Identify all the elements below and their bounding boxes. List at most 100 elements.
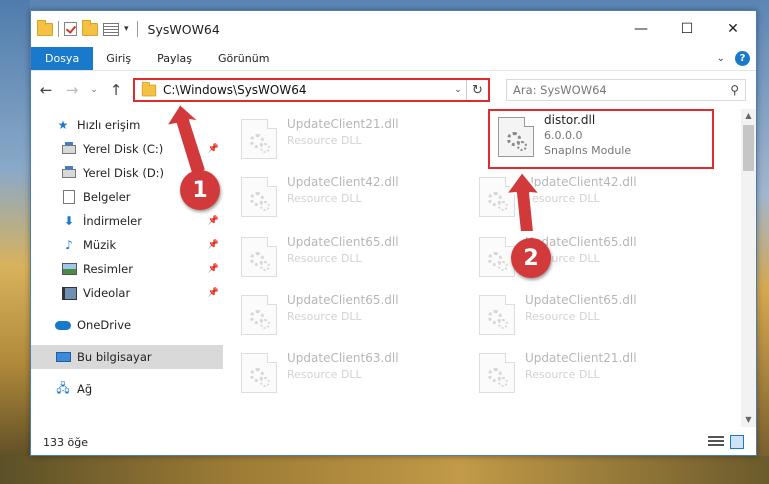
window-controls: — ☐ ✕	[618, 11, 756, 47]
address-dropdown-icon[interactable]: ⌄	[450, 85, 466, 95]
back-button[interactable]: ←	[37, 81, 55, 99]
cloud-icon	[55, 320, 71, 330]
sidebar-item-quick-access[interactable]: ★ Hızlı erişim	[31, 113, 223, 137]
pin-icon[interactable]: 📌	[208, 264, 219, 274]
list-item[interactable]: UpdateClient21.dll Resource DLL	[463, 347, 689, 403]
drive-icon	[62, 141, 76, 154]
folder-icon	[141, 81, 157, 96]
file-description: Resource DLL	[525, 310, 600, 323]
title-separator	[136, 21, 138, 37]
list-item[interactable]: UpdateClient65.dll Resource DLL	[225, 231, 451, 287]
file-description: Resource DLL	[287, 310, 362, 323]
file-name: UpdateClient42.dll	[525, 175, 637, 189]
sidebar-item-onedrive[interactable]: OneDrive	[31, 313, 223, 337]
file-list: UpdateClient21.dll Resource DLL UpdateCli…	[223, 109, 756, 427]
pin-icon[interactable]: 📌	[208, 144, 219, 154]
dll-file-icon	[498, 117, 534, 157]
file-description: Resource DLL	[525, 368, 600, 381]
help-icon[interactable]: ?	[735, 51, 750, 66]
forward-button[interactable]: →	[63, 81, 81, 99]
navigation-pane: ★ Hızlı erişim Yerel Disk (C:) 📌 Yerel D…	[31, 109, 223, 427]
file-name: UpdateClient65.dll	[525, 293, 637, 307]
recent-locations-button[interactable]: ⌄	[89, 85, 99, 95]
file-description: Resource DLL	[287, 252, 362, 265]
maximize-button[interactable]: ☐	[664, 11, 710, 47]
content-area: ★ Hızlı erişim Yerel Disk (C:) 📌 Yerel D…	[31, 109, 756, 427]
scroll-up-icon[interactable]: ▲	[741, 109, 756, 123]
videos-icon	[61, 286, 77, 300]
dll-file-icon	[241, 237, 277, 277]
sidebar-item-label: Videolar	[83, 286, 131, 300]
window-title: SysWOW64	[147, 21, 220, 37]
file-version: 6.0.0.0	[544, 129, 583, 142]
sidebar-item-label: Resimler	[83, 262, 133, 276]
address-path[interactable]: C:\Windows\SysWOW64	[163, 83, 307, 97]
dll-file-icon	[479, 353, 515, 393]
list-item[interactable]: UpdateClient65.dll Resource DLL	[225, 289, 451, 345]
downloads-icon: ⬇	[63, 214, 75, 228]
list-item[interactable]: UpdateClient42.dll Resource DLL	[463, 171, 689, 227]
sidebar-item-local-disk-c[interactable]: Yerel Disk (C:) 📌	[31, 137, 223, 161]
dll-file-icon	[241, 177, 277, 217]
tab-paylas[interactable]: Paylaş	[144, 47, 205, 70]
sidebar-item-label: Belgeler	[83, 190, 131, 204]
details-view-icon[interactable]	[708, 436, 724, 448]
sidebar-item-network[interactable]: 🖧 Ağ	[31, 377, 223, 401]
file-name: UpdateClient42.dll	[287, 175, 399, 189]
close-button[interactable]: ✕	[710, 11, 756, 47]
new-folder-icon[interactable]	[82, 19, 98, 36]
tab-dosya[interactable]: Dosya	[31, 47, 94, 70]
file-description: Resource DLL	[525, 192, 600, 205]
properties-check-icon[interactable]	[64, 22, 77, 36]
scroll-down-icon[interactable]: ▼	[741, 413, 756, 427]
list-item[interactable]: UpdateClient65.dll Resource DLL	[463, 231, 689, 287]
file-name: distor.dll	[544, 113, 596, 127]
minimize-button[interactable]: —	[618, 11, 664, 47]
sidebar-item-videos[interactable]: Videolar 📌	[31, 281, 223, 305]
file-description: Resource DLL	[287, 192, 362, 205]
list-item[interactable]: UpdateClient42.dll Resource DLL	[225, 171, 451, 227]
file-name: UpdateClient21.dll	[525, 351, 637, 365]
dropdown-icon[interactable]: ▾	[124, 24, 129, 34]
sidebar-item-this-pc[interactable]: Bu bilgisayar	[31, 345, 223, 369]
chevron-down-icon[interactable]: ⌄	[717, 53, 725, 64]
sidebar-item-pictures[interactable]: Resimler 📌	[31, 257, 223, 281]
ribbon-tabs: Dosya Giriş Paylaş Görünüm ⌄ ?	[31, 47, 756, 71]
tab-giris[interactable]: Giriş	[93, 47, 144, 70]
dll-file-icon	[479, 177, 515, 217]
tiles-view-icon[interactable]	[730, 435, 744, 449]
sidebar-item-label: Yerel Disk (C:)	[83, 142, 164, 156]
properties-icon[interactable]	[103, 22, 119, 36]
scroll-thumb[interactable]	[743, 125, 754, 171]
sidebar-item-label: Müzik	[83, 238, 117, 252]
file-name: UpdateClient65.dll	[287, 235, 399, 249]
file-name: UpdateClient63.dll	[287, 351, 399, 365]
sidebar-item-label: İndirmeler	[83, 214, 142, 228]
view-switcher	[708, 435, 744, 449]
address-bar[interactable]: C:\Windows\SysWOW64 ⌄ ↻	[133, 78, 490, 102]
refresh-icon[interactable]: ↻	[466, 80, 488, 100]
list-item[interactable]: UpdateClient65.dll Resource DLL	[463, 289, 689, 345]
list-item[interactable]: UpdateClient63.dll Resource DLL	[225, 347, 451, 403]
sidebar-item-label: Bu bilgisayar	[77, 350, 152, 364]
highlighted-file-distor-dll[interactable]: distor.dll 6.0.0.0 SnapIns Module	[488, 109, 714, 169]
up-button[interactable]: ↑	[107, 81, 125, 99]
pin-icon[interactable]: 📌	[208, 216, 219, 226]
tab-gorunum[interactable]: Görünüm	[205, 47, 282, 70]
list-item[interactable]: UpdateClient21.dll Resource DLL	[225, 113, 451, 169]
drive-icon	[62, 165, 76, 178]
pin-icon[interactable]: 📌	[208, 288, 219, 298]
dll-file-icon	[241, 295, 277, 335]
sidebar-item-music[interactable]: ♪ Müzik 📌	[31, 233, 223, 257]
search-icon[interactable]: ⚲	[730, 83, 739, 97]
sidebar-item-label: Hızlı erişim	[77, 118, 141, 132]
title-bar: ▾ SysWOW64 — ☐ ✕	[31, 11, 756, 47]
file-description: Resource DLL	[287, 368, 362, 381]
dll-file-icon	[241, 119, 277, 159]
vertical-scrollbar[interactable]: ▲ ▼	[741, 109, 756, 427]
pin-icon[interactable]: 📌	[208, 240, 219, 250]
annotation-badge-1: 1	[180, 170, 220, 210]
sidebar-item-downloads[interactable]: ⬇ İndirmeler 📌	[31, 209, 223, 233]
search-input[interactable]: Ara: SysWOW64 ⚲	[506, 79, 746, 101]
toolbar-separator	[58, 21, 59, 37]
